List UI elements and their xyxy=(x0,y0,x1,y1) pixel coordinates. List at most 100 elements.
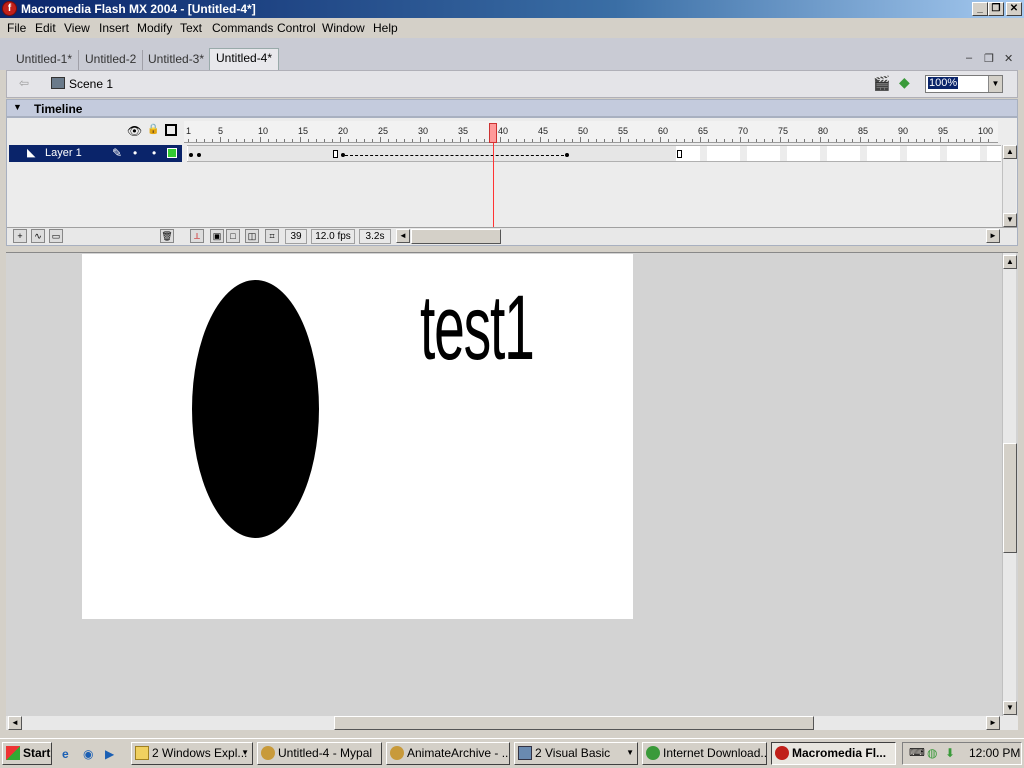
timeline-panel-header[interactable]: ▼ Timeline xyxy=(6,99,1018,117)
frame-cell-marker[interactable] xyxy=(980,146,987,161)
close-button[interactable]: ✕ xyxy=(1006,2,1022,16)
taskbar-item-animatearchive[interactable]: AnimateArchive - ... xyxy=(386,742,510,765)
network-icon[interactable]: ◍ xyxy=(927,746,937,760)
layer-row[interactable]: ◣ Layer 1 ✎ • • xyxy=(9,145,182,162)
edit-symbols-icon[interactable]: ◆ xyxy=(899,74,910,91)
taskbar-item-internet-download[interactable]: Internet Download... xyxy=(642,742,767,765)
frame-end-marker[interactable] xyxy=(333,150,338,158)
frame-cell-marker[interactable] xyxy=(740,146,747,161)
taskbar-item-mypal[interactable]: Untitled-4 - Mypal xyxy=(257,742,382,765)
timeline-hscroll-thumb[interactable] xyxy=(411,229,501,244)
taskbar-item-flash[interactable]: Macromedia Fl... xyxy=(771,742,896,765)
onion-skin-icon[interactable]: ▣ xyxy=(210,229,224,243)
keyboard-icon[interactable]: ⌨ xyxy=(909,746,925,759)
frame-cell-marker[interactable] xyxy=(820,146,827,161)
ie-quicklaunch-icon[interactable]: e xyxy=(62,747,69,761)
ruler-tick xyxy=(748,139,749,142)
timeline-vscroll[interactable]: ▲ ▼ xyxy=(1002,145,1017,227)
taskbar-item-explorer[interactable]: 2 Windows Expl... ▼ xyxy=(131,742,253,765)
edit-scene-icon[interactable]: 🎬 xyxy=(873,75,890,92)
eye-icon[interactable]: 👁 xyxy=(127,124,142,138)
frame-cell-marker[interactable] xyxy=(700,146,707,161)
ruler-label: 80 xyxy=(818,126,829,136)
collapse-triangle-icon[interactable]: ▼ xyxy=(13,102,22,112)
menu-help[interactable]: Help xyxy=(373,21,398,35)
doc-restore-button[interactable]: ❐ xyxy=(984,52,994,65)
doc-minimize-button[interactable]: – xyxy=(966,52,972,64)
zoom-select[interactable]: 100% ▼ xyxy=(925,75,1003,93)
minimize-button[interactable]: _ xyxy=(972,2,988,16)
frame-rate[interactable]: 12.0 fps xyxy=(311,229,355,244)
menu-insert[interactable]: Insert xyxy=(99,21,129,35)
menu-view[interactable]: View xyxy=(64,21,90,35)
stage-vscroll[interactable]: ▲ ▼ xyxy=(1002,253,1017,717)
chevron-down-icon[interactable]: ▼ xyxy=(988,76,1002,92)
ruler-tick xyxy=(676,139,677,142)
menu-control[interactable]: Control xyxy=(277,21,316,35)
onion-outline-icon[interactable]: □ xyxy=(226,229,240,243)
scroll-down-button[interactable]: ▼ xyxy=(1003,701,1017,715)
playhead[interactable] xyxy=(489,123,497,143)
outlook-quicklaunch-icon[interactable]: ◉ xyxy=(83,747,93,761)
scroll-down-button[interactable]: ▼ xyxy=(1003,213,1017,227)
restore-button[interactable]: ❐ xyxy=(988,2,1004,16)
frame-cell-marker[interactable] xyxy=(780,146,787,161)
layer-name[interactable]: Layer 1 xyxy=(45,147,82,159)
frame-cell-marker[interactable] xyxy=(900,146,907,161)
trash-icon[interactable]: 🗑 xyxy=(160,229,174,243)
clock[interactable]: 12:00 PM xyxy=(969,746,1020,760)
hscroll-right-button[interactable]: ► xyxy=(986,229,1000,243)
modify-onion-markers-icon[interactable]: ⌗ xyxy=(265,229,279,243)
hscroll-left-button[interactable]: ◄ xyxy=(396,229,410,243)
frame-end-marker[interactable] xyxy=(677,150,682,158)
menu-edit[interactable]: Edit xyxy=(35,21,56,35)
insert-folder-icon[interactable]: ▭ xyxy=(49,229,63,243)
menu-window[interactable]: Window xyxy=(322,21,365,35)
lock-icon[interactable]: 🔒 xyxy=(147,124,159,135)
menu-file[interactable]: File xyxy=(7,21,26,35)
stage-hscroll[interactable]: ◄ ► xyxy=(6,716,1018,730)
stage[interactable]: test1 xyxy=(82,254,633,619)
keyframe[interactable] xyxy=(197,153,201,157)
back-arrow-icon[interactable]: ⇦ xyxy=(19,76,29,90)
keyframe[interactable] xyxy=(565,153,569,157)
outline-icon[interactable] xyxy=(165,124,177,136)
frame-cell-marker[interactable] xyxy=(940,146,947,161)
frame-span[interactable] xyxy=(188,146,676,161)
tab-untitled-4[interactable]: Untitled-4* xyxy=(209,48,280,70)
ruler-tick xyxy=(620,137,621,142)
tab-untitled-1[interactable]: Untitled-1* xyxy=(10,50,80,70)
visibility-dot[interactable]: • xyxy=(133,146,137,160)
center-frame-icon[interactable]: ⟂ xyxy=(190,229,204,243)
menu-commands[interactable]: Commands xyxy=(212,21,273,35)
scroll-up-button[interactable]: ▲ xyxy=(1003,145,1017,159)
download-tray-icon[interactable]: ⬇ xyxy=(945,746,955,760)
add-guide-layer-icon[interactable]: ∿ xyxy=(31,229,45,243)
scroll-up-button[interactable]: ▲ xyxy=(1003,255,1017,269)
frame-row[interactable] xyxy=(187,145,1001,162)
start-button[interactable]: Start xyxy=(2,742,52,765)
stage-text[interactable]: test1 xyxy=(420,282,535,374)
edit-multiple-frames-icon[interactable]: ◫ xyxy=(245,229,259,243)
tab-untitled-3[interactable]: Untitled-3* xyxy=(142,50,212,70)
scroll-left-button[interactable]: ◄ xyxy=(8,716,22,730)
tab-untitled-2[interactable]: Untitled-2 xyxy=(79,50,144,70)
layer-outline-color[interactable] xyxy=(167,148,177,158)
stage-vscroll-thumb[interactable] xyxy=(1003,443,1017,553)
scroll-right-button[interactable]: ► xyxy=(986,716,1000,730)
keyframe[interactable] xyxy=(189,153,193,157)
insert-layer-icon[interactable]: + xyxy=(13,229,27,243)
frame-cell-marker[interactable] xyxy=(860,146,867,161)
media-player-quicklaunch-icon[interactable]: ▶ xyxy=(105,747,114,761)
stage-hscroll-thumb[interactable] xyxy=(334,716,814,730)
frame-ruler[interactable]: 1 5 10 15 20 25 30 35 40 45 50 55 60 65 70 75 80 85 90 95 10… xyxy=(184,121,998,143)
taskbar-item-visual-basic[interactable]: 2 Visual Basic ▼ xyxy=(514,742,638,765)
oval-shape[interactable] xyxy=(192,280,319,538)
lock-dot[interactable]: • xyxy=(152,146,156,160)
menu-modify[interactable]: Modify xyxy=(137,21,172,35)
window-title: Macromedia Flash MX 2004 - [Untitled-4*] xyxy=(21,2,256,16)
menu-text[interactable]: Text xyxy=(180,21,202,35)
doc-close-button[interactable]: ✕ xyxy=(1004,52,1013,65)
motion-tween[interactable] xyxy=(345,155,564,156)
ruler-tick xyxy=(692,139,693,142)
